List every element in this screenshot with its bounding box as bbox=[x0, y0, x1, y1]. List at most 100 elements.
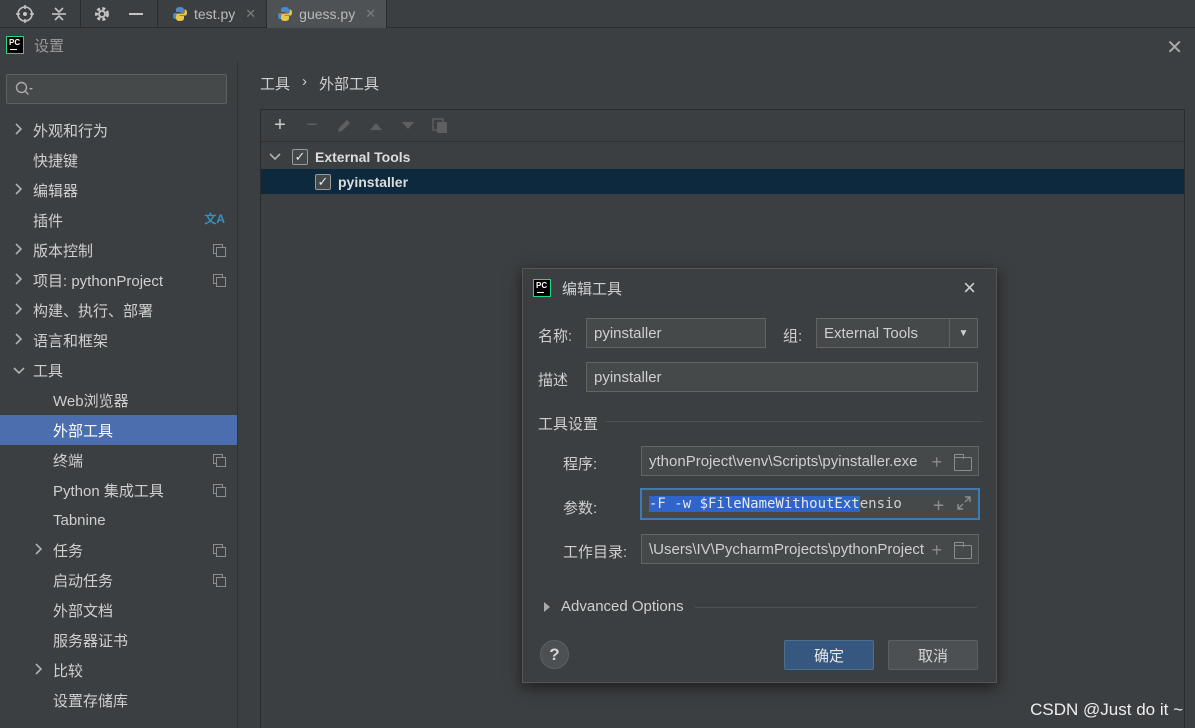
crosshair-icon[interactable] bbox=[8, 0, 42, 28]
sidebar-item-label: 服务器证书 bbox=[53, 632, 129, 650]
collapse-icon[interactable] bbox=[42, 0, 76, 28]
arguments-label: 参数: bbox=[563, 500, 598, 517]
sidebar-item-label: 语言和框架 bbox=[33, 332, 109, 350]
tools-toolbar: + − bbox=[261, 110, 1184, 142]
sidebar-item-label: 快捷键 bbox=[33, 152, 79, 170]
chevron-right-icon[interactable] bbox=[12, 332, 26, 348]
sidebar-item[interactable]: Python 集成工具 bbox=[0, 475, 237, 505]
sidebar-item-label: 项目: pythonProject bbox=[33, 272, 164, 290]
insert-macro-icon[interactable]: + bbox=[933, 495, 944, 516]
sidebar-item[interactable]: 版本控制 bbox=[0, 235, 237, 265]
breadcrumb-item[interactable]: 工具 bbox=[260, 73, 290, 94]
insert-macro-icon[interactable]: + bbox=[931, 452, 942, 473]
sidebar-item-label: 编辑器 bbox=[33, 182, 79, 200]
working-directory-value: \Users\IV\PycharmProjects\pythonProject bbox=[649, 540, 925, 558]
add-icon[interactable]: + bbox=[269, 114, 291, 137]
sidebar-item[interactable]: 外部文档 bbox=[0, 595, 237, 625]
sidebar-item[interactable]: 语言和框架 bbox=[0, 325, 237, 355]
editor-tab-strip: test.py ✕ guess.py ✕ bbox=[0, 0, 1195, 28]
insert-macro-icon[interactable]: + bbox=[931, 540, 942, 561]
edit-tool-dialog: PC 编辑工具 × 名称: pyinstaller 组: External To… bbox=[522, 268, 997, 683]
close-icon[interactable]: ✕ bbox=[1166, 35, 1183, 60]
gear-icon[interactable] bbox=[85, 0, 119, 28]
working-directory-label: 工作目录: bbox=[563, 544, 628, 561]
group-checkbox[interactable]: ✓ bbox=[292, 148, 308, 165]
program-label: 程序: bbox=[563, 456, 598, 473]
pycharm-logo-icon: PC bbox=[6, 36, 24, 54]
sidebar-item[interactable]: 启动任务 bbox=[0, 565, 237, 595]
chevron-right-icon[interactable] bbox=[12, 182, 26, 198]
sidebar-item-label: 外部文档 bbox=[53, 602, 114, 620]
chevron-right-icon[interactable] bbox=[32, 662, 46, 678]
sidebar-item[interactable]: 外观和行为 bbox=[0, 115, 237, 145]
sidebar-item[interactable]: 比较 bbox=[0, 655, 237, 685]
sidebar-item[interactable]: 设置存储库 bbox=[0, 685, 237, 715]
group-select[interactable]: External Tools ▼ bbox=[816, 318, 978, 348]
copy-icon bbox=[213, 274, 226, 287]
move-down-icon[interactable] bbox=[397, 115, 419, 137]
advanced-options-label: Advanced Options bbox=[561, 598, 684, 615]
close-tab-icon[interactable]: ✕ bbox=[245, 6, 256, 22]
sidebar-item[interactable]: 编辑器 bbox=[0, 175, 237, 205]
tool-settings-section-label: 工具设置 bbox=[538, 416, 599, 433]
working-directory-field[interactable]: \Users\IV\PycharmProjects\pythonProject … bbox=[641, 534, 979, 564]
help-button[interactable]: ? bbox=[540, 640, 569, 669]
close-tab-icon[interactable]: ✕ bbox=[365, 6, 376, 22]
search-input[interactable] bbox=[6, 74, 227, 104]
name-field[interactable]: pyinstaller bbox=[586, 318, 766, 348]
cancel-button[interactable]: 取消 bbox=[888, 640, 978, 670]
translate-icon[interactable]: 文A bbox=[204, 210, 225, 227]
sidebar-item[interactable]: 任务 bbox=[0, 535, 237, 565]
tab-test-py[interactable]: test.py ✕ bbox=[162, 0, 268, 28]
sidebar-item[interactable]: 终端 bbox=[0, 445, 237, 475]
sidebar-item[interactable]: 服务器证书 bbox=[0, 625, 237, 655]
sidebar-item[interactable]: 快捷键 bbox=[0, 145, 237, 175]
arguments-field[interactable]: -F -w $FileNameWithoutExt ensio + bbox=[640, 488, 980, 520]
close-icon[interactable]: × bbox=[963, 275, 976, 301]
sidebar-item-label: 插件 bbox=[33, 212, 64, 230]
help-label: ? bbox=[549, 644, 560, 664]
sidebar-item-label: 构建、执行、部署 bbox=[33, 302, 154, 320]
copy-icon[interactable] bbox=[429, 115, 451, 137]
cancel-label: 取消 bbox=[917, 647, 948, 665]
expand-icon[interactable] bbox=[956, 495, 972, 516]
chevron-right-icon[interactable] bbox=[32, 542, 46, 558]
tool-group-row[interactable]: ✓ External Tools bbox=[261, 144, 1184, 169]
sidebar-item-label: 比较 bbox=[53, 662, 84, 680]
tool-item-row[interactable]: ✓ pyinstaller bbox=[261, 169, 1184, 194]
settings-tree: 外观和行为快捷键编辑器插件 文A 版本控制项目: pythonProject 构建、执… bbox=[0, 115, 237, 715]
chevron-down-icon[interactable] bbox=[12, 363, 26, 378]
edit-icon[interactable] bbox=[333, 115, 355, 137]
sidebar-item-label: Web浏览器 bbox=[53, 392, 129, 410]
folder-icon[interactable] bbox=[954, 453, 972, 471]
folder-icon[interactable] bbox=[954, 541, 972, 559]
sidebar-item[interactable]: 工具 bbox=[0, 355, 237, 385]
sidebar-item[interactable]: 插件 文A bbox=[0, 205, 237, 235]
minimize-icon[interactable] bbox=[119, 0, 153, 28]
breadcrumb: 工具 › 外部工具 bbox=[260, 73, 379, 94]
sidebar-item[interactable]: 项目: pythonProject bbox=[0, 265, 237, 295]
sidebar-item[interactable]: 外部工具 bbox=[0, 415, 237, 445]
program-field[interactable]: ythonProject\venv\Scripts\pyinstaller.ex… bbox=[641, 446, 979, 476]
chevron-right-icon[interactable] bbox=[12, 302, 26, 318]
sidebar-item[interactable]: 构建、执行、部署 bbox=[0, 295, 237, 325]
copy-icon bbox=[213, 484, 226, 497]
move-up-icon[interactable] bbox=[365, 115, 387, 137]
chevron-right-icon[interactable] bbox=[12, 122, 26, 138]
tool-item-label: pyinstaller bbox=[338, 173, 409, 190]
tab-guess-py[interactable]: guess.py ✕ bbox=[267, 0, 388, 28]
ok-button[interactable]: 确定 bbox=[784, 640, 874, 670]
description-field[interactable]: pyinstaller bbox=[586, 362, 978, 392]
sidebar-item[interactable]: Tabnine bbox=[0, 505, 237, 535]
advanced-options-toggle[interactable]: Advanced Options bbox=[543, 598, 684, 615]
remove-icon[interactable]: − bbox=[301, 114, 323, 137]
copy-icon bbox=[213, 454, 226, 467]
chevron-right-icon[interactable] bbox=[12, 272, 26, 288]
chevron-down-icon[interactable]: ▼ bbox=[949, 319, 977, 347]
chevron-right-icon[interactable] bbox=[12, 242, 26, 258]
settings-title: 设置 bbox=[34, 37, 65, 55]
sidebar-item[interactable]: Web浏览器 bbox=[0, 385, 237, 415]
tool-checkbox[interactable]: ✓ bbox=[315, 173, 331, 190]
chevron-down-icon[interactable] bbox=[269, 150, 281, 164]
sidebar-item-label: 启动任务 bbox=[53, 572, 114, 590]
